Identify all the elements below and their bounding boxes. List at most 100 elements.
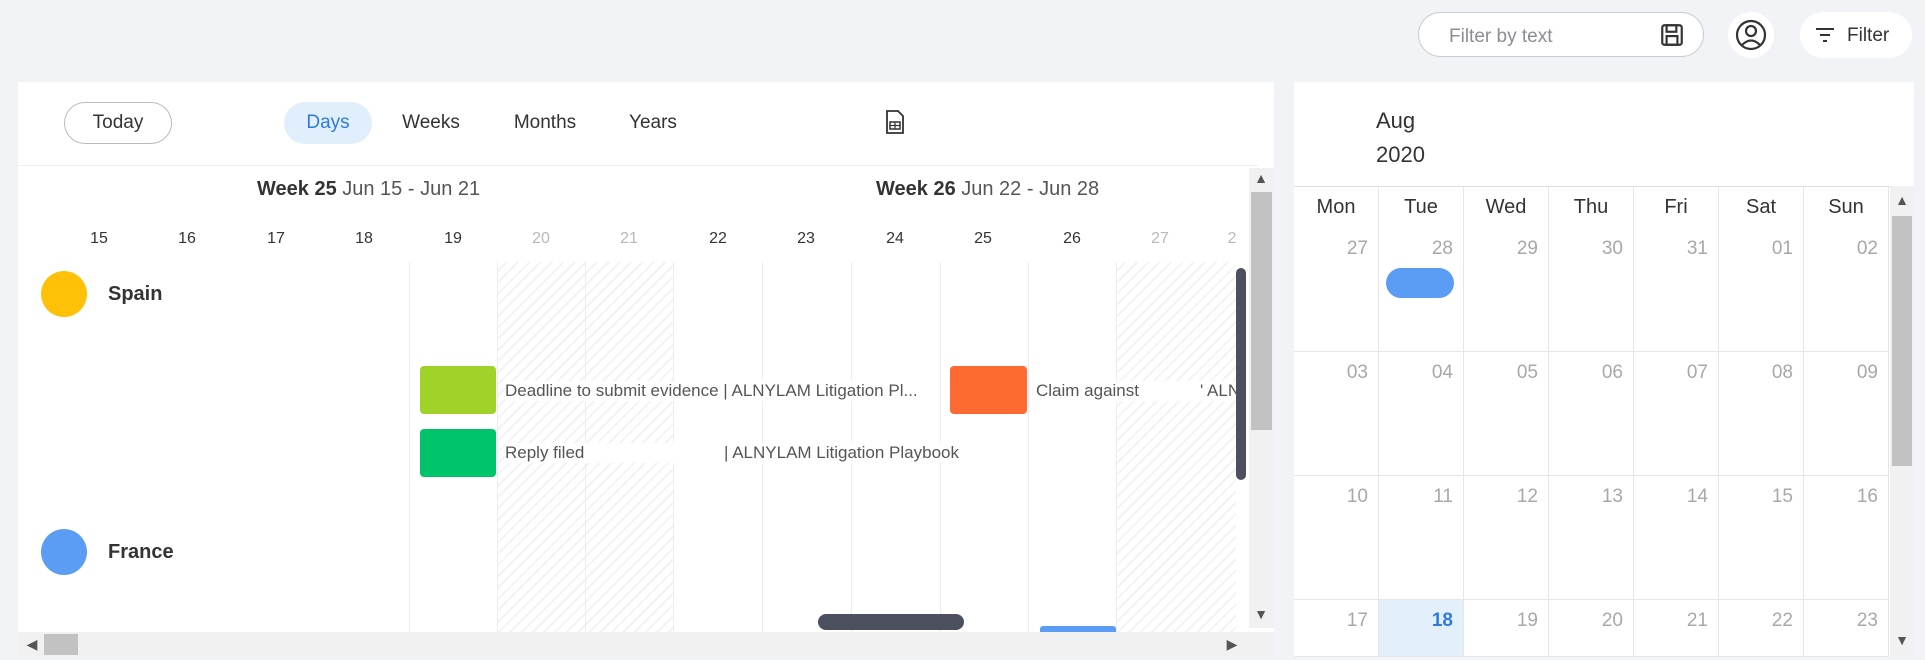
week-25-header: Week 25 Jun 15 - Jun 21 <box>257 178 480 201</box>
calendar-day-number: 18 <box>1431 610 1453 631</box>
calendar-day-number: 15 <box>1771 486 1793 507</box>
event-label-reply-suffix[interactable]: | ALNYLAM Litigation Playbook <box>724 443 959 463</box>
event-bar-claim[interactable] <box>950 366 1027 414</box>
calendar-day-cell[interactable]: 02 <box>1804 228 1889 352</box>
calendar-day-cell[interactable]: 06 <box>1549 352 1634 476</box>
tab-months[interactable]: Months <box>500 102 590 144</box>
weekend-shading <box>1116 262 1236 634</box>
calendar-day-cell[interactable]: 07 <box>1634 352 1719 476</box>
calendar-day-number: 06 <box>1601 362 1623 383</box>
day-column-line <box>1028 262 1029 634</box>
calendar-day-cell[interactable]: 17 <box>1294 600 1379 657</box>
filter-by-text-input[interactable]: Filter by text <box>1418 12 1704 57</box>
timeline-horizontal-scroll-thumb[interactable] <box>44 634 78 655</box>
tab-days[interactable]: Days <box>284 102 372 144</box>
calendar-day-number: 11 <box>1433 486 1453 507</box>
calendar-day-cell[interactable]: 12 <box>1464 476 1549 600</box>
horizontal-drag-handle[interactable] <box>818 614 964 630</box>
week-25-range: Jun 15 - Jun 21 <box>342 178 481 200</box>
week-26-label: Week 26 <box>876 178 956 200</box>
calendar-day-cell[interactable]: 08 <box>1719 352 1804 476</box>
calendar-day-cell[interactable]: 05 <box>1464 352 1549 476</box>
calendar-day-number: 20 <box>1601 610 1623 631</box>
country-label-france[interactable]: France <box>108 541 174 564</box>
calendar-year: 2020 <box>1376 142 1425 167</box>
calendar-day-cell[interactable]: 30 <box>1549 228 1634 352</box>
day-number: 27 <box>1151 230 1169 247</box>
day-number: 18 <box>355 230 373 247</box>
calendar-day-number: 23 <box>1856 610 1878 631</box>
report-icon[interactable] <box>885 110 905 134</box>
calendar-day-cell[interactable]: 23 <box>1804 600 1889 657</box>
calendar-day-number: 09 <box>1856 362 1878 383</box>
filter-button[interactable]: Filter <box>1800 12 1912 58</box>
scroll-up-arrow-icon[interactable]: ▲ <box>1251 170 1271 186</box>
day-number: 2 <box>1227 230 1237 247</box>
event-label-reply[interactable]: Reply filed <box>505 443 725 463</box>
calendar-day-cell[interactable]: 27 <box>1294 228 1379 352</box>
calendar-day-number: 27 <box>1346 238 1368 259</box>
weekday-header: Sun <box>1804 186 1889 228</box>
calendar-day-number: 08 <box>1771 362 1793 383</box>
timeline-vertical-scroll-thumb[interactable] <box>1251 192 1272 430</box>
calendar-day-cell[interactable]: 19 <box>1464 600 1549 657</box>
timeline-horizontal-scrollbar[interactable] <box>18 632 1274 657</box>
weekday-header: Sat <box>1719 186 1804 228</box>
calendar-day-cell[interactable]: 04 <box>1379 352 1464 476</box>
event-bar-reply[interactable] <box>420 429 496 477</box>
event-bar-deadline[interactable] <box>420 366 496 414</box>
filter-icon <box>1816 28 1834 42</box>
calendar-day-cell[interactable]: 10 <box>1294 476 1379 600</box>
week-26-range: Jun 22 - Jun 28 <box>961 178 1100 200</box>
scroll-down-arrow-icon[interactable]: ▼ <box>1251 606 1271 622</box>
calendar-day-number: 07 <box>1686 362 1708 383</box>
tab-years[interactable]: Years <box>618 102 688 144</box>
calendar-day-cell[interactable]: 29 <box>1464 228 1549 352</box>
calendar-day-cell[interactable]: 01 <box>1719 228 1804 352</box>
calendar-day-number: 17 <box>1346 610 1368 631</box>
calendar-vertical-scroll-thumb[interactable] <box>1892 216 1912 466</box>
weekday-header: Wed <box>1464 186 1549 228</box>
day-number: 25 <box>974 230 992 247</box>
calendar-scroll-down-arrow-icon[interactable]: ▼ <box>1892 632 1912 648</box>
calendar-event-pill[interactable] <box>1386 268 1454 298</box>
today-button[interactable]: Today <box>64 102 172 144</box>
week-26-header: Week 26 Jun 22 - Jun 28 <box>876 178 1099 201</box>
calendar-scroll-up-arrow-icon[interactable]: ▲ <box>1892 192 1912 208</box>
calendar-day-cell[interactable]: 11 <box>1379 476 1464 600</box>
save-icon[interactable] <box>1659 22 1685 48</box>
calendar-day-cell[interactable]: 13 <box>1549 476 1634 600</box>
calendar-day-cell[interactable]: 15 <box>1719 476 1804 600</box>
calendar-day-cell[interactable]: 03 <box>1294 352 1379 476</box>
day-number: 16 <box>178 230 196 247</box>
event-label-claim-suffix[interactable]: ' ALN <box>1200 381 1236 401</box>
scroll-left-arrow-icon[interactable]: ◀ <box>22 636 42 653</box>
user-profile-button[interactable] <box>1728 12 1774 58</box>
calendar-day-number: 16 <box>1856 486 1878 507</box>
calendar-day-number: 02 <box>1856 238 1878 259</box>
calendar-day-number: 03 <box>1346 362 1368 383</box>
calendar-day-cell[interactable]: 20 <box>1549 600 1634 657</box>
calendar-day-number: 30 <box>1601 238 1623 259</box>
calendar-day-cell[interactable]: 31 <box>1634 228 1719 352</box>
tab-weeks[interactable]: Weeks <box>390 102 472 144</box>
filter-placeholder: Filter by text <box>1449 26 1553 47</box>
day-number: 15 <box>90 230 108 247</box>
day-column-line <box>497 262 498 634</box>
calendar-day-cell-today[interactable]: 18 <box>1379 600 1464 657</box>
day-column-line <box>409 262 410 634</box>
calendar-day-cell[interactable]: 14 <box>1634 476 1719 600</box>
calendar-day-number: 01 <box>1771 238 1793 259</box>
scroll-right-arrow-icon[interactable]: ▶ <box>1222 636 1242 653</box>
event-label-deadline[interactable]: Deadline to submit evidence | ALNYLAM Li… <box>505 381 918 401</box>
event-label-claim[interactable]: Claim against <box>1036 381 1204 401</box>
calendar-day-cell[interactable]: 09 <box>1804 352 1889 476</box>
calendar-day-cell[interactable]: 16 <box>1804 476 1889 600</box>
vertical-drag-handle[interactable] <box>1236 268 1246 480</box>
calendar-day-cell[interactable]: 22 <box>1719 600 1804 657</box>
calendar-day-number: 22 <box>1771 610 1793 631</box>
calendar-day-number: 14 <box>1686 486 1708 507</box>
calendar-day-cell[interactable]: 21 <box>1634 600 1719 657</box>
calendar-day-number: 05 <box>1516 362 1538 383</box>
country-label-spain[interactable]: Spain <box>108 283 162 306</box>
